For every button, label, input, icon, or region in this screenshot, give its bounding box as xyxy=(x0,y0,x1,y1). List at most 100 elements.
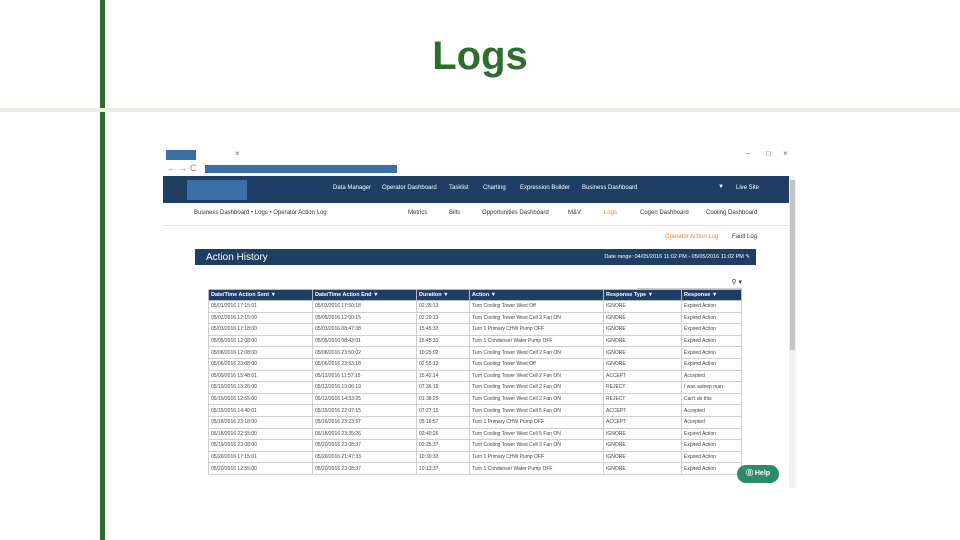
search-input[interactable]: ⚲ ▾ xyxy=(637,278,742,289)
table-row[interactable]: 05/18/2016 22:55:00 05/18/2016 23:35:26 02… xyxy=(208,427,742,441)
table-cell: Accepted xyxy=(681,404,742,417)
tab-mv[interactable]: M&V xyxy=(568,210,581,216)
sub-navbar: Business Dashboard • Logs • Operator Act… xyxy=(163,203,789,226)
slide-divider xyxy=(0,108,960,112)
column-header[interactable]: Response Type ▼ xyxy=(603,289,682,301)
search-icon[interactable]: ⚲ ▾ xyxy=(731,278,742,286)
scrollbar-thumb[interactable] xyxy=(790,180,795,350)
table-cell: ACCEPT xyxy=(603,415,682,429)
tab-cogen-dashboard[interactable]: Cogen Dashboard xyxy=(640,210,689,216)
table-cell: 05/18/2016 22:55:00 xyxy=(208,427,313,441)
table-row[interactable]: 05/03/2016 17:18:00 05/03/2016 08:47:38 15… xyxy=(208,323,742,336)
table-cell: 05/06/2016 12:08:00 xyxy=(208,346,313,359)
table-row[interactable]: 05/20/2016 12:55:00 05/20/2016 23:08:37 10… xyxy=(208,462,742,475)
back-icon[interactable]: ← xyxy=(167,163,176,173)
column-header[interactable]: Duration ▼ xyxy=(416,289,470,301)
table-row[interactable]: 05/10/2016 12:55:00 05/12/2016 14:33:25 01… xyxy=(208,392,742,406)
date-range[interactable]: Date range: 04/05/2016 11:02 PM - 05/05/… xyxy=(604,254,750,260)
table-cell: I was asleep man xyxy=(681,381,742,394)
column-header[interactable]: Date/Time Action Sent ▼ xyxy=(208,289,313,301)
minimize-icon[interactable]: – xyxy=(746,149,750,158)
table-cell: 02:35:13 xyxy=(416,300,470,313)
table-row[interactable]: 05/05/2016 12:08:00 05/05/2016 08:43:01 15… xyxy=(208,334,742,348)
table-cell: Turn 1 Primary CHW Pump OFF xyxy=(469,415,604,429)
table-cell: 05/15/2016 14:40:01 xyxy=(208,404,313,417)
table-cell: Turn Cooling Tower West Off xyxy=(469,300,604,313)
table-cell: Accepted xyxy=(681,415,742,429)
table-cell: Expired Action xyxy=(681,462,742,475)
table-cell: 05/02/2016 12:15:00 xyxy=(208,311,313,325)
table-cell: 05/10/2016 12:55:00 xyxy=(208,392,313,406)
table-cell: Turn 1 Primary CHW Pump OFF xyxy=(469,450,604,464)
operator-action-log-link[interactable]: Operator Action Log xyxy=(665,234,718,240)
forward-icon[interactable]: → xyxy=(178,163,187,173)
table-cell: 05/20/2016 23:08:37 xyxy=(312,439,417,452)
table-cell: 05/01/2016 17:15:01 xyxy=(208,300,313,313)
table-row[interactable]: 05/09/2016 15:48:01 05/12/2016 11:57:15 15… xyxy=(208,369,742,383)
tab-logs[interactable]: Logs xyxy=(604,210,617,216)
menu-business-dashboard[interactable]: Business Dashboard xyxy=(582,185,637,191)
table-cell: IGNORE xyxy=(603,334,682,348)
table-row[interactable]: 05/02/2016 12:15:00 05/05/2016 12:00:15 02… xyxy=(208,311,742,325)
close-window-icon[interactable]: × xyxy=(783,149,788,158)
table-cell: 05:16:57 xyxy=(416,415,470,429)
table-cell: 15:42:14 xyxy=(416,369,470,383)
table-cell: Turn Cooling Tower West Cell 2 Fan ON xyxy=(469,346,604,359)
table-cell: Expired Action xyxy=(681,439,742,452)
help-button[interactable]: ⓪ Help xyxy=(737,465,779,483)
table-cell: 02:20:13 xyxy=(416,311,470,325)
menu-charting[interactable]: Charting xyxy=(483,185,506,191)
reload-icon[interactable]: C xyxy=(190,163,197,173)
panel-title: Action History xyxy=(206,252,268,263)
table-cell: IGNORE xyxy=(603,323,682,336)
table-cell: 05/15/2016 22:07:15 xyxy=(312,404,417,417)
app-logo[interactable] xyxy=(187,180,247,200)
close-tab-icon[interactable]: × xyxy=(235,149,240,158)
table-cell: Turn 1 Condenser Water Pump OFF xyxy=(469,334,604,348)
column-header[interactable]: Action ▼ xyxy=(469,289,604,301)
menu-operator-dashboard[interactable]: Operator Dashboard xyxy=(382,185,437,191)
tab-metrics[interactable]: Metrics xyxy=(408,210,427,216)
menu-tasklist[interactable]: Tasklist xyxy=(449,185,469,191)
scrollbar[interactable] xyxy=(789,176,796,488)
table-row[interactable]: 05/01/2016 17:15:01 05/03/2016 17:50:18 02… xyxy=(208,300,742,313)
table-cell: IGNORE xyxy=(603,300,682,313)
table-row[interactable]: 05/20/2016 17:15:01 05/20/2016 21:47:33 10… xyxy=(208,450,742,464)
browser-tab[interactable] xyxy=(166,150,196,160)
table-row[interactable]: 05/10/2016 13:26:00 05/12/2016 13:06:19 07… xyxy=(208,381,742,394)
table-cell: 05/09/2016 15:48:01 xyxy=(208,369,313,383)
table-row[interactable]: 05/06/2016 23:08:00 05/06/2016 23:53:18 02… xyxy=(208,357,742,371)
browser-tabstrip: × – □ × xyxy=(163,148,796,162)
url-field[interactable] xyxy=(205,165,397,173)
breadcrumb: Business Dashboard • Logs • Operator Act… xyxy=(194,210,327,216)
table-cell: Turn Cooling Tower West Cell 2 Fan ON xyxy=(469,381,604,394)
table-cell: Turn Cooling Tower West Cell 5 Fan ON xyxy=(469,404,604,417)
column-header[interactable]: Date/Time Action End ▼ xyxy=(312,289,417,301)
maximize-icon[interactable]: □ xyxy=(766,149,771,158)
live-site-link[interactable]: Live Site xyxy=(736,185,759,191)
table-cell: 05/10/2016 13:26:00 xyxy=(208,381,313,394)
table-body: 05/01/2016 17:15:01 05/03/2016 17:50:18 02… xyxy=(208,300,742,475)
table-row[interactable]: 05/06/2016 12:08:00 05/06/2016 23:50:02 10… xyxy=(208,346,742,359)
menu-expression-builder[interactable]: Expression Builder xyxy=(520,185,570,191)
table-cell: IGNORE xyxy=(603,346,682,359)
tab-opportunities-dashboard[interactable]: Opportunities Dashboard xyxy=(482,210,549,216)
tab-cooling-dashboard[interactable]: Cooling Dashboard xyxy=(706,210,757,216)
table-cell: REJECT xyxy=(603,381,682,394)
column-header[interactable]: Response ▼ xyxy=(681,289,742,301)
table-cell: IGNORE xyxy=(603,311,682,325)
table-row[interactable]: 05/19/2016 23:08:00 05/20/2016 23:08:37 02… xyxy=(208,439,742,452)
table-cell: Turn Cooling Tower West Cell 2 Fan ON xyxy=(469,311,604,325)
tab-bills[interactable]: Bills xyxy=(449,210,460,216)
table-cell: 05/12/2016 11:57:15 xyxy=(312,369,417,383)
table-row[interactable]: 05/18/2016 23:18:00 05/16/2016 23:23:57 05… xyxy=(208,415,742,429)
table-cell: Turn Cooling Tower West Cell 2 Fan ON xyxy=(469,392,604,406)
fault-log-link[interactable]: Fault Log xyxy=(732,234,757,240)
chevron-down-icon[interactable]: ▼ xyxy=(718,184,724,190)
table-cell: Turn 1 Primary CHW Pump OFF xyxy=(469,323,604,336)
menu-data-manager[interactable]: Data Manager xyxy=(333,185,371,191)
table-cell: 05/06/2016 23:53:18 xyxy=(312,357,417,371)
table-cell: Expired Action xyxy=(681,427,742,441)
table-cell: Expired Action xyxy=(681,323,742,336)
table-row[interactable]: 05/15/2016 14:40:01 05/15/2016 22:07:15 07… xyxy=(208,404,742,417)
